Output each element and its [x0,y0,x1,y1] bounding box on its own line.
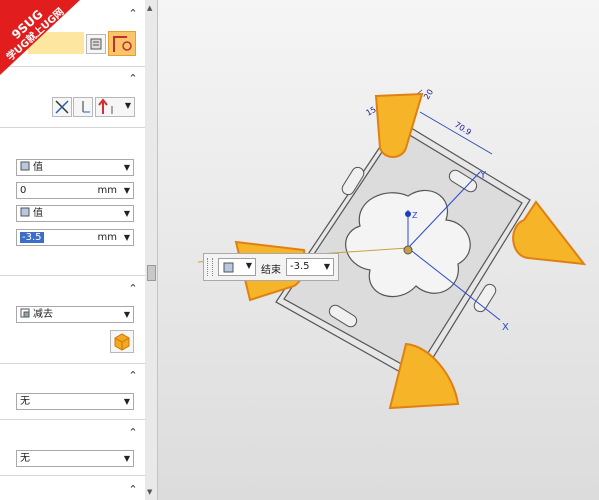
end-distance-input[interactable]: -3.5 mm ▼ [16,229,134,246]
value-cube-icon [223,262,234,273]
dimension-label-2: 70.9 [453,120,473,137]
onscreen-end-value-field[interactable]: -3.5 ▼ [286,258,334,276]
draft-value: 无 [20,396,30,407]
scrollbar-grip[interactable] [147,265,156,281]
vector-dialog-button[interactable] [52,97,72,117]
graphics-viewport[interactable]: 15.4 70.9 20 X Y Z [158,0,599,500]
collapse-direction-chevron[interactable]: ⌃ [127,73,139,85]
drag-handle-right [512,200,587,266]
collapse-section-chevron[interactable]: ⌃ [127,8,139,20]
body-cube-icon [114,333,130,351]
collapse-offset-chevron[interactable]: ⌃ [127,427,139,439]
offset-value: 无 [20,453,30,464]
curve-icon [113,36,132,52]
chevron-down-icon[interactable]: ▼ [324,259,330,275]
end-type-label: 值 [33,208,43,219]
chevron-down-icon[interactable]: ▼ [124,183,130,198]
onscreen-end-label: 结束 [261,265,281,276]
chevron-down-icon: ▼ [123,163,130,172]
vector-icon [55,100,69,114]
offset-select[interactable]: 无 ▼ [16,450,134,467]
collapse-settings-chevron[interactable]: ⌃ [127,484,139,496]
watermark-badge: 9SUG 学UG就上UG网 [0,0,80,75]
draft-select[interactable]: 无 ▼ [16,393,134,410]
sketch-section-button[interactable] [86,34,106,54]
end-unit-label: mm [97,232,117,243]
start-distance-value: 0 [20,185,27,196]
extrude-dialog-panel: ⌃ ⌃ ▼ 值 ▼ 0 mm ▼ 值 ▼ -3.5 mm ▼ ⌃ 减去 ▼ ⌃ 无 ▼ [0,0,146,500]
direction-dropdown-arrow[interactable]: ▼ [125,101,131,110]
start-distance-input[interactable]: 0 mm ▼ [16,182,134,199]
start-unit-label: mm [97,185,117,196]
dimension-label-3: 20 [422,88,435,101]
onscreen-end-input[interactable]: ▼ 结束 -3.5 ▼ [203,253,339,281]
boolean-operation-label: 减去 [33,309,53,320]
axis-z-label: Z [412,211,418,220]
reverse-direction-button[interactable]: ▼ [95,97,135,117]
inferred-vector-button[interactable] [73,97,93,117]
chevron-down-icon[interactable]: ▼ [124,230,130,245]
value-cube-icon [20,207,30,217]
boolean-select[interactable]: 减去 ▼ [16,306,134,323]
model-view: 15.4 70.9 20 X Y Z [197,88,587,410]
start-type-label: 值 [33,162,43,173]
axis-x-label: X [502,322,509,333]
reverse-direction-icon [98,98,113,114]
panel-scrollbar[interactable]: ▲ ▼ [145,0,158,500]
curve-section-button[interactable] [108,31,136,56]
chevron-down-icon: ▼ [123,397,130,406]
select-body-button[interactable] [110,330,134,353]
chevron-down-icon: ▼ [123,209,130,218]
end-distance-value: -3.5 [20,232,44,243]
axis-y-label: Y [479,170,487,181]
collapse-boolean-chevron[interactable]: ⌃ [127,283,139,295]
chevron-down-icon: ▼ [123,454,130,463]
value-cube-icon [20,161,30,171]
end-type-select[interactable]: 值 ▼ [16,205,134,222]
z-axis-handle[interactable] [405,211,411,217]
sketch-icon [90,38,102,50]
grip-handle[interactable] [207,258,213,276]
chevron-down-icon: ▼ [245,261,252,270]
collapse-draft-chevron[interactable]: ⌃ [127,370,139,382]
start-type-select[interactable]: 值 ▼ [16,159,134,176]
origin-handle[interactable] [403,245,413,255]
onscreen-end-value: -3.5 [290,261,310,272]
subtract-icon [20,308,30,318]
scroll-down-icon[interactable]: ▼ [147,488,152,496]
onscreen-type-select[interactable]: ▼ [218,258,256,276]
inferred-vector-icon [82,101,90,113]
chevron-down-icon: ▼ [123,310,130,319]
scroll-up-icon[interactable]: ▲ [147,4,152,12]
